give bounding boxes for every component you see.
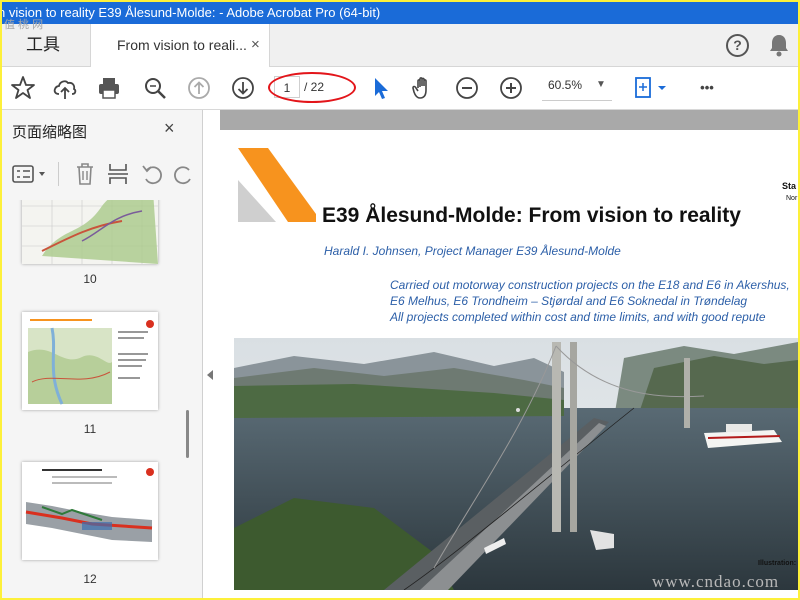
panel-close-icon[interactable]: × [164, 118, 175, 139]
select-cursor-icon[interactable] [368, 75, 394, 101]
thumbnail-list[interactable]: 10 11 12 [2, 200, 184, 598]
next-page-icon[interactable] [230, 75, 256, 101]
bell-icon[interactable] [768, 33, 790, 57]
tab-bar: 工具 From vision to reali... × ? [2, 24, 798, 67]
tab-document[interactable]: From vision to reali... × [90, 24, 270, 67]
document-summary: Carried out motorway construction projec… [390, 277, 790, 325]
tab-document-label: From vision to reali... [117, 37, 247, 53]
thumbnail-label: 11 [83, 422, 97, 436]
status-label: Sta [782, 181, 797, 191]
cloud-upload-icon[interactable] [52, 75, 78, 101]
total-pages-label: / 22 [304, 80, 325, 94]
insert-page-icon[interactable] [106, 162, 130, 186]
document-author: Harald I. Johnsen, Project Manager E39 Å… [324, 244, 621, 258]
bookmark-star-icon[interactable] [10, 75, 36, 101]
hand-tool-icon[interactable] [410, 75, 436, 101]
print-icon[interactable] [96, 75, 122, 101]
document-page: Sta Nor E39 Ålesund-Molde: From vision t… [220, 130, 798, 598]
current-page-input[interactable]: 1 [274, 76, 300, 98]
title-bar: n vision to reality E39 Ålesund-Molde: -… [2, 2, 798, 24]
zoom-out-icon[interactable] [454, 75, 480, 101]
zoom-search-icon[interactable] [142, 75, 168, 101]
document-title: E39 Ålesund-Molde: From vision to realit… [322, 204, 741, 227]
rotate-right-icon[interactable] [172, 162, 196, 186]
toolbar-divider [58, 162, 59, 186]
main-toolbar: 1 / 22 60.5% ▼ ••• [2, 67, 798, 110]
panel-title: 页面缩略图 [12, 124, 88, 141]
help-icon[interactable]: ? [726, 34, 749, 57]
acrobat-window: n vision to reality E39 Ålesund-Molde: -… [2, 2, 798, 598]
previous-page-edge [220, 110, 798, 130]
trash-icon[interactable] [74, 162, 96, 186]
status-sub-label: Nor [786, 195, 798, 202]
summary-line: Carried out motorway construction projec… [390, 278, 790, 292]
thumbnail-page-12[interactable] [22, 462, 158, 560]
summary-line: All projects completed within cost and t… [390, 310, 766, 324]
logo-graphic [238, 148, 316, 222]
window-title: n vision to reality E39 Ålesund-Molde: -… [2, 5, 381, 20]
thumbnail-scrollbar[interactable] [186, 410, 189, 458]
thumbnail-page-11[interactable] [22, 312, 158, 410]
collapse-panel-arrow-icon[interactable] [207, 370, 213, 380]
zoom-in-icon[interactable] [498, 75, 524, 101]
tab-close-icon[interactable]: × [251, 24, 260, 66]
thumbnail-label: 10 [83, 272, 97, 286]
thumbnail-label: 12 [83, 572, 97, 586]
chevron-down-icon: ▼ [596, 79, 606, 90]
page-display-icon[interactable] [632, 75, 672, 101]
page-number-control: 1 / 22 [274, 76, 352, 100]
watermark-text: www.cndao.com [652, 572, 780, 591]
zoom-level-select[interactable]: 60.5% ▼ [542, 76, 612, 101]
thumbnail-page-10[interactable] [22, 200, 158, 264]
panel-toolbar [2, 154, 202, 194]
bridge-illustration-image [234, 338, 798, 590]
document-viewport[interactable]: Sta Nor E39 Ålesund-Molde: From vision t… [220, 110, 798, 598]
previous-page-icon[interactable] [186, 75, 212, 101]
summary-line: E6 Melhus, E6 Trondheim – Stjørdal and E… [390, 294, 748, 308]
illustration-caption: Illustration: [758, 560, 797, 567]
rotate-left-icon[interactable] [140, 162, 164, 186]
watermark-corner: 值 桃 网 [4, 19, 44, 31]
thumbnail-options-icon[interactable] [12, 164, 48, 184]
more-tools-icon[interactable]: ••• [692, 75, 722, 101]
zoom-level-value: 60.5% [548, 78, 583, 92]
page-thumbnails-panel: 页面缩略图 × 10 11 12 [2, 110, 203, 598]
